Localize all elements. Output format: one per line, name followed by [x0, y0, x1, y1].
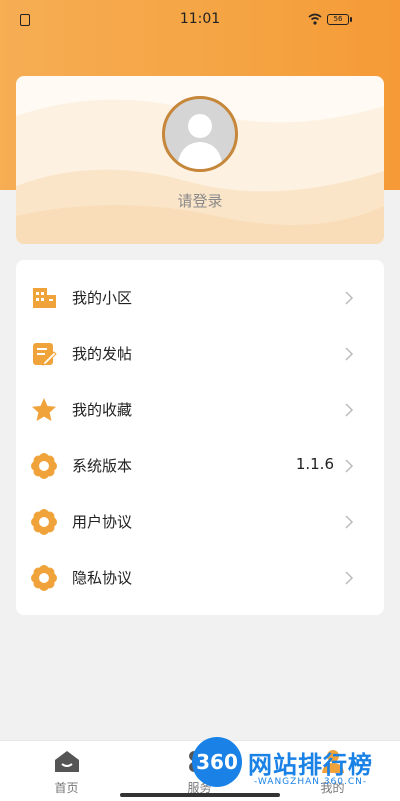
- menu-item-privacy-agreement[interactable]: 隐私协议: [16, 550, 384, 606]
- watermark-title: 网站排行榜: [248, 751, 373, 779]
- flower-gear-icon: [31, 565, 57, 591]
- watermark-url: -WANGZHAN.360.CN-: [254, 777, 368, 787]
- tab-home[interactable]: 首页: [0, 741, 133, 801]
- home-indicator: [120, 793, 280, 797]
- building-icon: [33, 288, 56, 308]
- avatar[interactable]: [162, 96, 238, 172]
- menu-item-user-agreement[interactable]: 用户协议: [16, 494, 384, 550]
- menu-label: 用户协议: [72, 513, 133, 531]
- menu-item-my-favorites[interactable]: 我的收藏: [16, 382, 384, 438]
- chevron-right-icon: [345, 403, 354, 417]
- menu-label: 我的收藏: [72, 401, 133, 419]
- star-icon: [32, 398, 56, 421]
- battery-icon: 56: [327, 14, 352, 25]
- menu-label: 隐私协议: [72, 569, 133, 587]
- flower-gear-icon: [31, 453, 57, 479]
- login-prompt[interactable]: 请登录: [16, 190, 384, 211]
- chevron-right-icon: [345, 347, 354, 361]
- profile-card[interactable]: 请登录: [16, 76, 384, 244]
- version-value: 1.1.6: [295, 455, 334, 473]
- menu-card: 我的小区 我的发帖 我的收藏 系统版本 1.1.6 用户协议 隐私协议: [16, 260, 384, 615]
- chevron-right-icon: [345, 515, 354, 529]
- tab-label: 首页: [54, 781, 79, 795]
- menu-label: 我的发帖: [72, 345, 133, 363]
- person-silhouette-icon: [177, 114, 223, 169]
- edit-post-icon: [33, 343, 57, 366]
- menu-label: 系统版本: [72, 457, 133, 475]
- menu-label: 我的小区: [72, 289, 133, 307]
- watermark-logo: 360: [192, 737, 242, 787]
- wifi-icon: [308, 13, 322, 25]
- chevron-right-icon: [345, 459, 354, 473]
- menu-item-system-version[interactable]: 系统版本 1.1.6: [16, 438, 384, 494]
- flower-gear-icon: [31, 509, 57, 535]
- watermark: 360 网站排行榜 -WANGZHAN.360.CN-: [190, 735, 400, 800]
- home-icon: [54, 751, 79, 772]
- chevron-right-icon: [345, 571, 354, 585]
- menu-item-my-community[interactable]: 我的小区: [16, 270, 384, 326]
- status-bar: 11:01 56: [0, 0, 400, 40]
- chevron-right-icon: [345, 291, 354, 305]
- menu-item-my-posts[interactable]: 我的发帖: [16, 326, 384, 382]
